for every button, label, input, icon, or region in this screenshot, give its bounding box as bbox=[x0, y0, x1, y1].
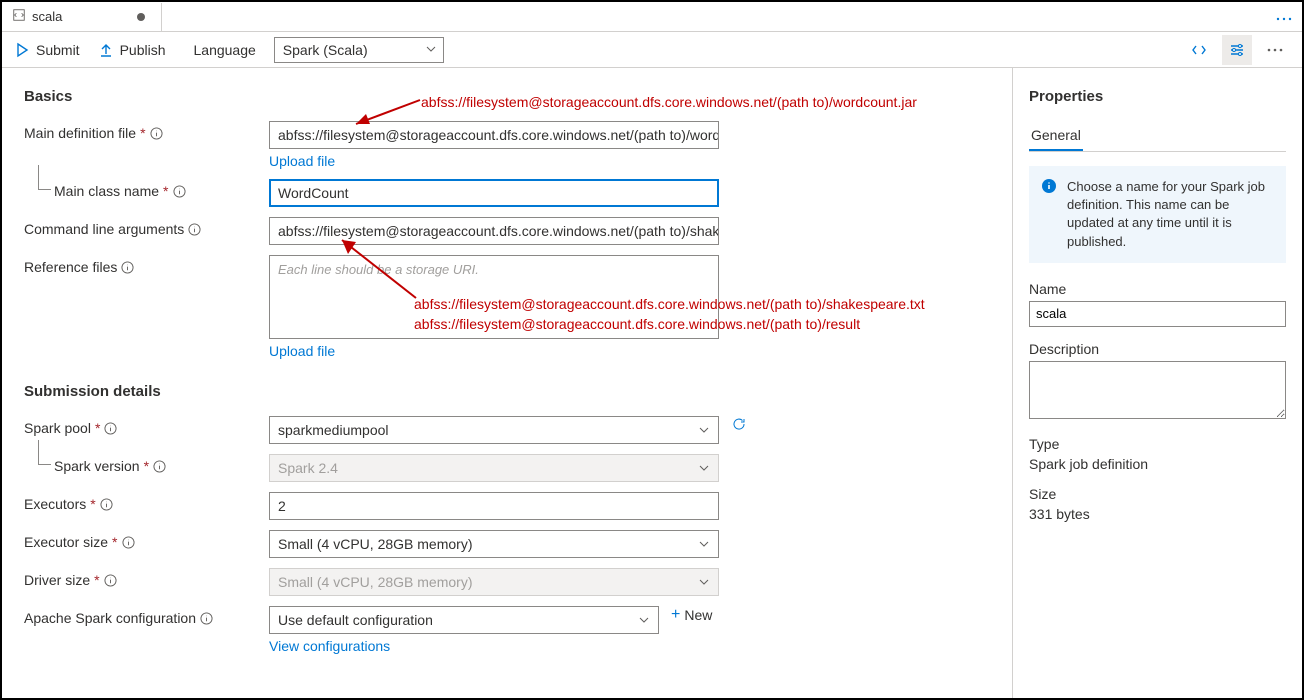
info-icon[interactable] bbox=[153, 460, 166, 473]
executor-size-select[interactable]: Small (4 vCPU, 28GB memory) bbox=[269, 530, 719, 558]
chevron-down-icon bbox=[698, 537, 710, 553]
file-tab[interactable]: scala bbox=[2, 3, 162, 31]
upload-file-link-2[interactable]: Upload file bbox=[269, 343, 335, 359]
publish-button[interactable]: Publish bbox=[98, 42, 166, 58]
chevron-down-icon bbox=[425, 42, 437, 58]
main-class-label: Main class name* bbox=[24, 179, 269, 199]
reference-files-label: Reference files bbox=[24, 255, 269, 275]
cmd-args-input[interactable]: abfss://filesystem@storageaccount.dfs.co… bbox=[269, 217, 719, 245]
tabbar-more-button[interactable] bbox=[1276, 9, 1302, 24]
chevron-down-icon bbox=[698, 461, 710, 477]
refresh-button[interactable] bbox=[731, 416, 747, 435]
executor-size-label: Executor size* bbox=[24, 530, 269, 550]
main-definition-label: Main definition file* bbox=[24, 121, 269, 141]
info-icon[interactable] bbox=[200, 612, 213, 625]
spark-version-label: Spark version* bbox=[24, 454, 269, 474]
tab-title: scala bbox=[32, 9, 131, 24]
size-value: 331 bytes bbox=[1029, 506, 1286, 522]
description-label: Description bbox=[1029, 341, 1286, 357]
driver-size-label: Driver size* bbox=[24, 568, 269, 588]
main-class-input[interactable]: WordCount bbox=[269, 179, 719, 207]
name-label: Name bbox=[1029, 281, 1286, 297]
tabbar: scala bbox=[2, 2, 1302, 32]
chevron-down-icon bbox=[698, 423, 710, 439]
plus-icon: + bbox=[671, 606, 680, 624]
chevron-down-icon bbox=[698, 575, 710, 591]
info-icon[interactable] bbox=[122, 536, 135, 549]
name-input[interactable] bbox=[1029, 301, 1286, 327]
language-select[interactable]: Spark (Scala) bbox=[274, 37, 444, 63]
spark-config-label: Apache Spark configuration bbox=[24, 606, 269, 626]
properties-heading: Properties bbox=[1029, 88, 1286, 105]
reference-files-textarea[interactable]: Each line should be a storage URI. bbox=[269, 255, 719, 339]
main-panel: Basics Main definition file* abfss://fil… bbox=[2, 68, 1012, 698]
spark-pool-label: Spark pool* bbox=[24, 416, 269, 436]
info-icon[interactable] bbox=[188, 223, 201, 236]
executors-label: Executors* bbox=[24, 492, 269, 512]
description-textarea[interactable] bbox=[1029, 361, 1286, 419]
tab-general[interactable]: General bbox=[1029, 121, 1083, 151]
toolbar-right bbox=[1184, 35, 1290, 65]
info-icon[interactable] bbox=[150, 127, 163, 140]
executors-input[interactable]: 2 bbox=[269, 492, 719, 520]
upload-file-link-1[interactable]: Upload file bbox=[269, 153, 335, 169]
language-label: Language bbox=[194, 42, 256, 58]
spark-pool-select[interactable]: sparkmediumpool bbox=[269, 416, 719, 444]
publish-label: Publish bbox=[120, 42, 166, 58]
chevron-down-icon bbox=[638, 613, 650, 629]
dirty-indicator-icon bbox=[137, 13, 145, 21]
file-code-icon bbox=[12, 8, 26, 25]
main-definition-input[interactable]: abfss://filesystem@storageaccount.dfs.co… bbox=[269, 121, 719, 149]
info-box: Choose a name for your Spark job definit… bbox=[1029, 166, 1286, 263]
submission-heading: Submission details bbox=[24, 383, 990, 400]
spark-version-select: Spark 2.4 bbox=[269, 454, 719, 482]
info-text: Choose a name for your Spark job definit… bbox=[1067, 178, 1274, 251]
type-value: Spark job definition bbox=[1029, 456, 1286, 472]
properties-panel: Properties General Choose a name for you… bbox=[1012, 68, 1302, 698]
driver-size-select: Small (4 vCPU, 28GB memory) bbox=[269, 568, 719, 596]
info-icon[interactable] bbox=[173, 185, 186, 198]
basics-heading: Basics bbox=[24, 88, 990, 105]
toolbar-more-button[interactable] bbox=[1260, 35, 1290, 65]
new-label: New bbox=[684, 607, 712, 623]
code-view-button[interactable] bbox=[1184, 35, 1214, 65]
settings-sliders-button[interactable] bbox=[1222, 35, 1252, 65]
language-value: Spark (Scala) bbox=[283, 42, 368, 58]
spark-config-select[interactable]: Use default configuration bbox=[269, 606, 659, 634]
type-label: Type bbox=[1029, 436, 1286, 452]
toolbar: Submit Publish Language Spark (Scala) bbox=[2, 32, 1302, 68]
info-icon[interactable] bbox=[104, 574, 117, 587]
properties-tabs: General bbox=[1029, 121, 1286, 152]
info-icon bbox=[1041, 178, 1057, 251]
size-label: Size bbox=[1029, 486, 1286, 502]
submit-label: Submit bbox=[36, 42, 80, 58]
view-configurations-link[interactable]: View configurations bbox=[269, 638, 390, 654]
cmd-args-label: Command line arguments bbox=[24, 217, 269, 237]
new-config-button[interactable]: + New bbox=[671, 606, 712, 624]
submit-button[interactable]: Submit bbox=[14, 42, 80, 58]
info-icon[interactable] bbox=[104, 422, 117, 435]
info-icon[interactable] bbox=[121, 261, 134, 274]
info-icon[interactable] bbox=[100, 498, 113, 511]
